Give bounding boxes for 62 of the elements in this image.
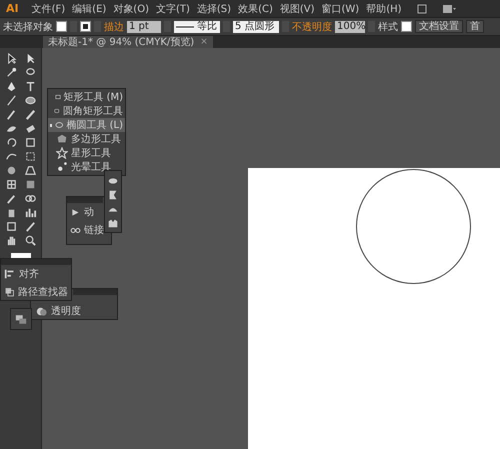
stroke-label[interactable]: 描边 bbox=[104, 20, 124, 34]
menu-item[interactable]: 文件(F) bbox=[32, 2, 66, 16]
flyout-item[interactable]: 椭圆工具 (L) bbox=[48, 118, 125, 132]
opacity-field[interactable]: 100% bbox=[335, 20, 365, 32]
panel-tab[interactable]: 路径查找器 bbox=[18, 285, 68, 299]
mesh-icon[interactable] bbox=[4, 178, 18, 191]
blend-icon[interactable] bbox=[24, 192, 36, 205]
menu-item[interactable]: 文字(T) bbox=[156, 2, 190, 16]
document-tab[interactable]: 未标题-1* @ 94% (CMYK/预览) × bbox=[43, 36, 213, 48]
wand-icon[interactable] bbox=[4, 66, 18, 79]
flare-icon[interactable] bbox=[56, 161, 68, 173]
selection-status: 未选择对象 bbox=[3, 20, 53, 34]
zoom-icon[interactable] bbox=[24, 234, 36, 247]
fill-swatch[interactable] bbox=[56, 21, 67, 32]
layout-icon[interactable] bbox=[416, 4, 427, 14]
menu-item[interactable]: 编辑(E) bbox=[72, 2, 106, 16]
bar-chart-icon[interactable] bbox=[24, 206, 36, 219]
panel-tab[interactable]: 透明度 bbox=[51, 304, 81, 318]
fill-swatch[interactable] bbox=[10, 253, 30, 258]
flyout-item[interactable]: 矩形工具 (M) bbox=[48, 90, 125, 104]
toolbar-button[interactable]: 首 bbox=[466, 20, 484, 33]
eraser-icon[interactable] bbox=[24, 122, 36, 135]
stroke-profile-field[interactable]: 等比 bbox=[174, 20, 220, 32]
flyout-item[interactable]: 圆角矩形工具 bbox=[48, 104, 125, 118]
app-logo: AI bbox=[6, 2, 19, 15]
stroke-swatch[interactable] bbox=[80, 21, 91, 32]
menu-item[interactable]: 窗口(W) bbox=[322, 2, 360, 16]
align-icon[interactable] bbox=[4, 268, 16, 280]
flyout-item[interactable]: 光晕工具 bbox=[48, 160, 125, 174]
toolbar-button[interactable]: 文档设置 bbox=[415, 20, 463, 33]
scale-icon[interactable] bbox=[24, 136, 36, 149]
panel-tab[interactable]: 动 bbox=[84, 205, 94, 219]
panel-tab[interactable]: 对齐 bbox=[19, 267, 39, 281]
circle-shape[interactable] bbox=[356, 169, 471, 284]
swatch-library-icon[interactable] bbox=[107, 217, 119, 229]
flyout-item[interactable]: 星形工具 bbox=[48, 146, 125, 160]
style-label: 样式 bbox=[378, 20, 398, 34]
panel-tab[interactable]: 链接 bbox=[84, 223, 104, 237]
artboards-icon[interactable] bbox=[15, 313, 27, 326]
pathfinder-icon[interactable] bbox=[4, 286, 15, 298]
menu-item[interactable]: 帮助(H) bbox=[366, 2, 402, 16]
perspective-icon[interactable] bbox=[24, 164, 36, 177]
stroke-weight-field[interactable]: 1 pt bbox=[127, 20, 161, 32]
ellipse-icon[interactable] bbox=[55, 119, 64, 131]
flyout-item[interactable]: 多边形工具 bbox=[48, 132, 125, 146]
free-transform-icon[interactable] bbox=[24, 150, 36, 163]
graphic-style-icon[interactable] bbox=[107, 189, 119, 201]
menu-item[interactable]: 选择(S) bbox=[196, 2, 232, 16]
opacity-label[interactable]: 不透明度 bbox=[292, 20, 332, 34]
menu-item[interactable]: 视图(V) bbox=[280, 2, 315, 16]
brush-field[interactable]: 5 点圆形 bbox=[233, 20, 279, 32]
star-icon[interactable] bbox=[56, 147, 68, 159]
stroke-line-icon bbox=[176, 24, 194, 28]
style-swatch[interactable] bbox=[401, 21, 412, 32]
menu-item[interactable]: 效果(C) bbox=[238, 2, 273, 16]
play-icon[interactable] bbox=[70, 206, 81, 218]
rotate-icon[interactable] bbox=[4, 136, 18, 149]
menu-item[interactable]: 对象(O) bbox=[113, 2, 149, 16]
line-icon[interactable] bbox=[4, 94, 18, 107]
artboard-icon[interactable] bbox=[4, 220, 18, 233]
grid-icon[interactable] bbox=[442, 4, 456, 14]
ellipse-icon[interactable] bbox=[24, 94, 36, 107]
